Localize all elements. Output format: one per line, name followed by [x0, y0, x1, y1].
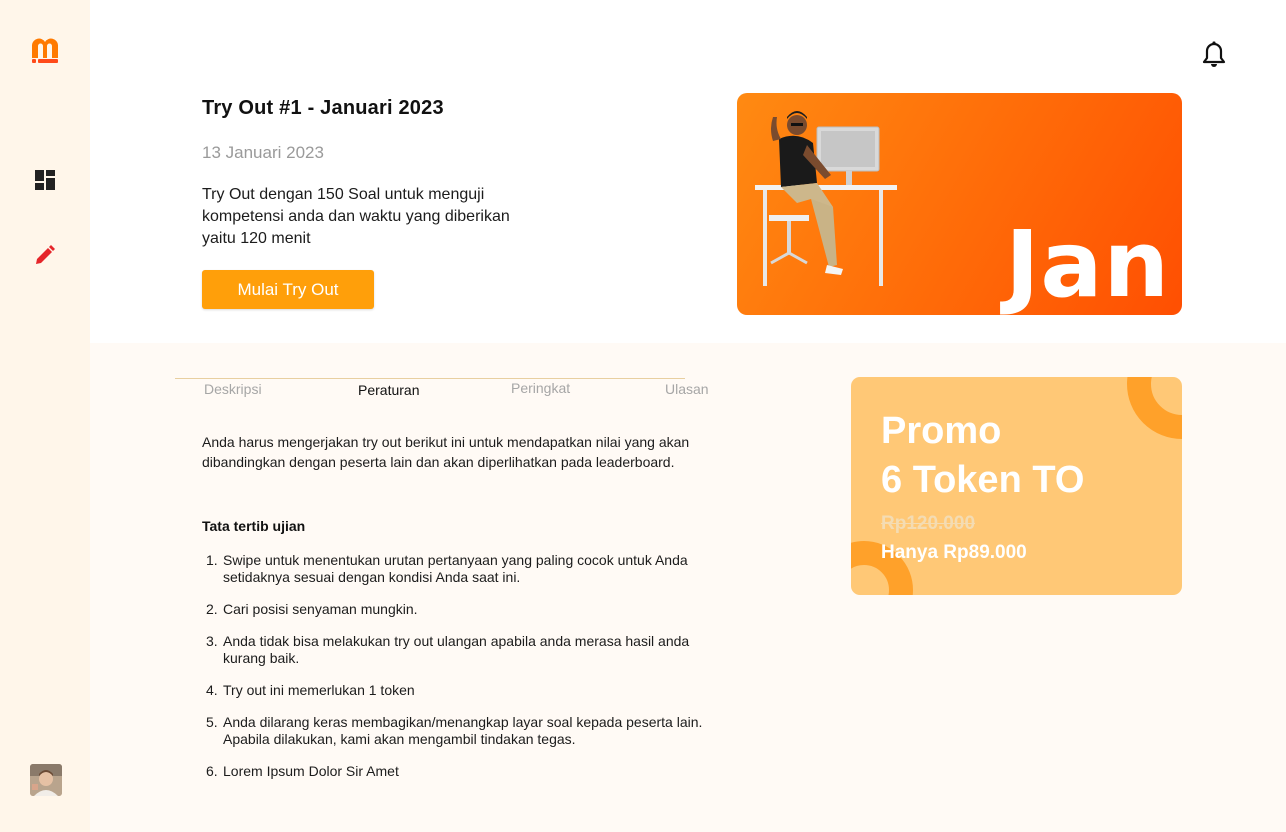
start-tryout-button[interactable]: Mulai Try Out: [202, 270, 374, 309]
bell-icon[interactable]: [1201, 41, 1227, 69]
list-item: 2. Cari posisi senyaman mungkin.: [202, 601, 722, 618]
list-item: 3. Anda tidak bisa melakukan try out ula…: [202, 633, 722, 667]
avatar[interactable]: [30, 764, 62, 796]
sidebar: [0, 0, 90, 832]
m-logo-icon[interactable]: [29, 34, 61, 64]
rule-number: 4.: [206, 682, 218, 698]
rule-text: Anda tidak bisa melakukan try out ulanga…: [223, 633, 690, 666]
tryout-date: 13 Januari 2023: [202, 143, 324, 162]
tryout-banner: Jan: [737, 93, 1182, 315]
tabs-divider: [175, 378, 685, 379]
rule-text: Swipe untuk menentukan urutan pertanyaan…: [223, 552, 688, 585]
rule-text: Try out ini memerlukan 1 token: [223, 682, 415, 698]
tab-peringkat[interactable]: Peringkat: [511, 380, 570, 396]
promo-card[interactable]: Promo 6 Token TO Rp120.000 Hanya Rp89.00…: [851, 377, 1182, 595]
promo-decoration-ring: [1127, 377, 1182, 439]
promo-new-price: Hanya Rp89.000: [881, 542, 1027, 563]
tab-peraturan[interactable]: Peraturan: [358, 382, 419, 398]
dashboard-icon[interactable]: [34, 169, 56, 191]
rule-number: 1.: [206, 552, 218, 568]
rules-intro: Anda harus mengerjakan try out berikut i…: [202, 434, 690, 470]
rule-number: 6.: [206, 763, 218, 779]
list-item: 1. Swipe untuk menentukan urutan pertany…: [202, 552, 722, 586]
pencil-icon[interactable]: [34, 244, 56, 266]
person-at-desk-illustration-icon: [755, 111, 897, 286]
promo-title: Promo: [881, 410, 1002, 452]
rule-number: 2.: [206, 601, 218, 617]
tryout-title: Try Out #1 - Januari 2023: [202, 97, 444, 119]
promo-subtitle: 6 Token TO: [881, 459, 1085, 501]
tab-ulasan[interactable]: Ulasan: [665, 381, 709, 397]
rule-text: Lorem Ipsum Dolor Sir Amet: [223, 763, 399, 779]
list-item: 5. Anda dilarang keras membagikan/menang…: [202, 714, 722, 748]
rule-text: Cari posisi senyaman mungkin.: [223, 601, 418, 617]
avatar-image-icon: [30, 764, 62, 796]
list-item: 4. Try out ini memerlukan 1 token: [202, 682, 722, 699]
rules-title: Tata tertib ujian: [202, 518, 306, 534]
tryout-description: Try Out dengan 150 Soal untuk menguji ko…: [202, 186, 510, 247]
tab-deskripsi[interactable]: Deskripsi: [204, 381, 262, 397]
banner-month: Jan: [1005, 211, 1170, 315]
rule-number: 3.: [206, 633, 218, 649]
rule-number: 5.: [206, 714, 218, 730]
rules-list: 1. Swipe untuk menentukan urutan pertany…: [202, 552, 722, 795]
rule-text: Anda dilarang keras membagikan/menangkap…: [223, 714, 703, 747]
promo-old-price: Rp120.000: [881, 513, 976, 534]
list-item: 6. Lorem Ipsum Dolor Sir Amet: [202, 763, 722, 780]
